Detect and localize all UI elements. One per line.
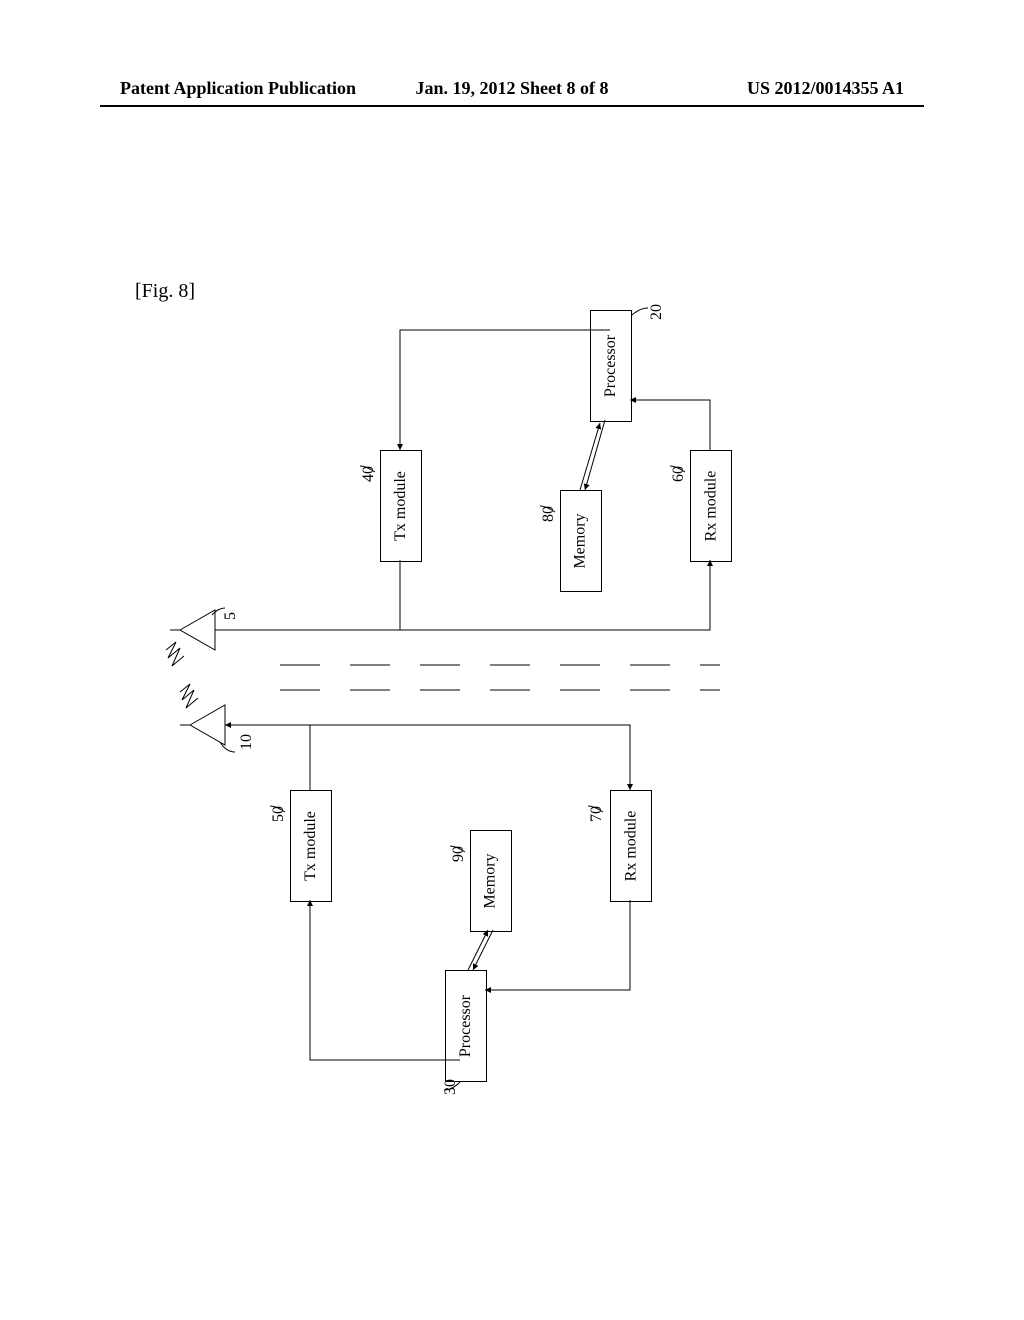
header-left: Patent Application Publication: [120, 78, 356, 99]
diagram: Processor Tx module Memory Rx module Tx …: [160, 310, 720, 1070]
header-center: Jan. 19, 2012 Sheet 8 of 8: [416, 78, 609, 99]
figure-label: [Fig. 8]: [135, 280, 195, 303]
page-header: Patent Application Publication Jan. 19, …: [0, 78, 1024, 99]
ref-30: 30: [442, 1079, 460, 1095]
diagram-wires: [160, 310, 720, 1070]
header-right: US 2012/0014355 A1: [747, 78, 904, 99]
header-rule: [100, 105, 924, 107]
